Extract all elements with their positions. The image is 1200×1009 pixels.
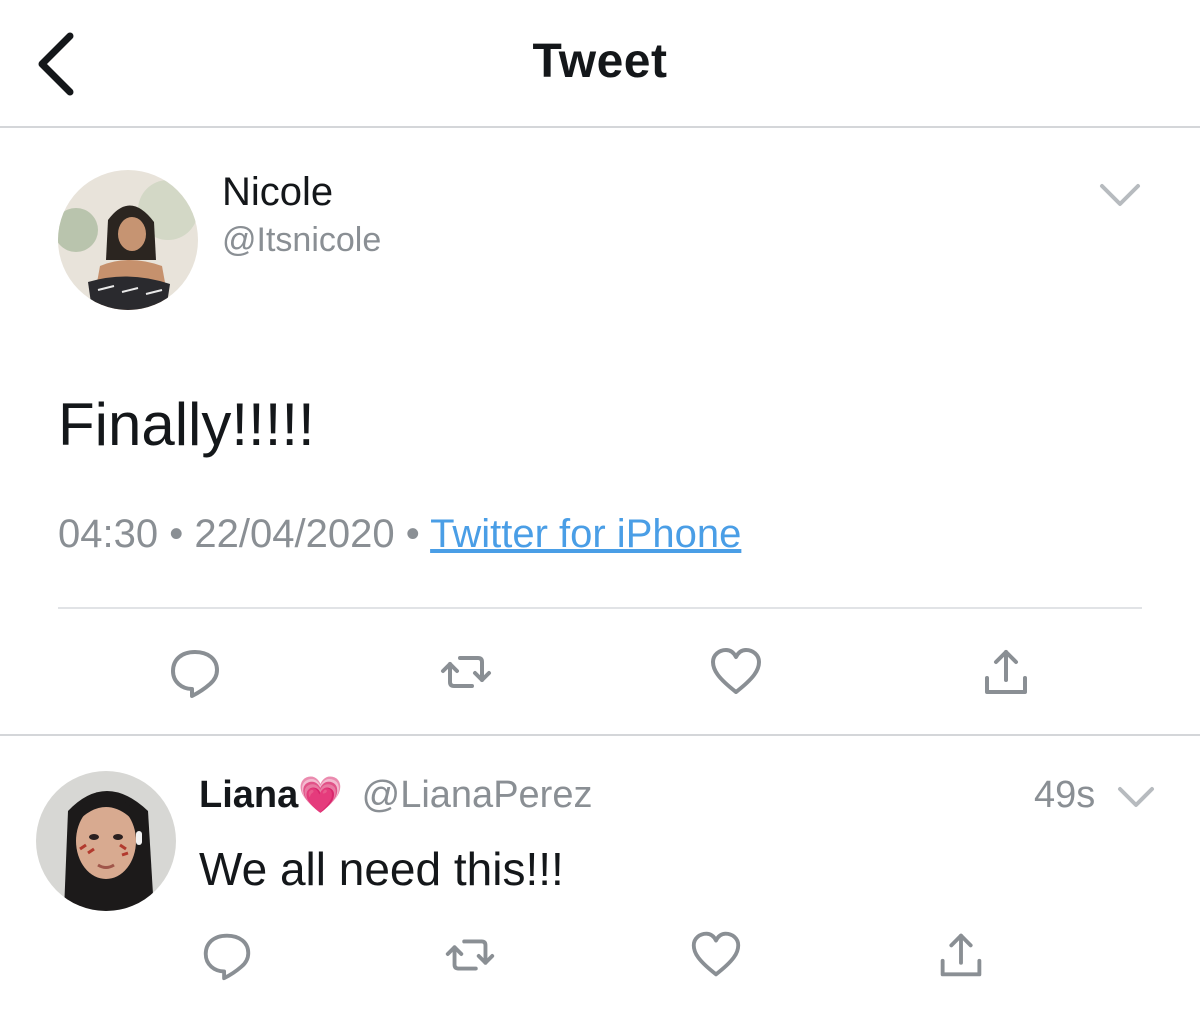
tweet-menu-button[interactable] xyxy=(1098,180,1142,210)
retweet-icon xyxy=(445,939,495,971)
meta-separator: • xyxy=(405,512,420,556)
reply-timestamp: 49s xyxy=(1034,774,1096,816)
author-handle[interactable]: @Itsnicole xyxy=(222,221,381,260)
heart-icon xyxy=(691,931,741,977)
reply-author-avatar[interactable] xyxy=(36,771,176,911)
tweet-text: Finally!!!!! xyxy=(58,391,315,458)
author-avatar[interactable] xyxy=(58,170,198,310)
share-button[interactable] xyxy=(976,642,1036,702)
reply-author-handle[interactable]: @LianaPerez xyxy=(362,774,593,816)
chevron-down-icon xyxy=(1100,184,1140,206)
chevron-down-icon xyxy=(1118,787,1154,807)
author-name[interactable]: Nicole xyxy=(222,170,333,215)
page-title: Tweet xyxy=(532,35,668,88)
reply-author-name[interactable]: Liana xyxy=(199,774,298,816)
heart-emoji: 💗 xyxy=(298,774,344,815)
tweet-meta: 04:30 • 22/04/2020 • Twitter for iPhone xyxy=(58,512,741,557)
reply-header: Liana💗 @LianaPerez xyxy=(199,774,592,817)
meta-separator: • xyxy=(169,512,184,556)
share-icon xyxy=(940,933,982,977)
retweet-button[interactable] xyxy=(436,642,496,702)
tweet-source-link[interactable]: Twitter for iPhone xyxy=(430,512,741,556)
retweet-icon xyxy=(441,656,491,688)
reply-menu-button[interactable] xyxy=(1116,784,1156,810)
reply-like-button[interactable] xyxy=(687,926,745,984)
reply-button[interactable] xyxy=(165,642,225,702)
share-icon xyxy=(985,650,1027,694)
tweet-date: 22/04/2020 xyxy=(194,512,395,556)
heart-icon xyxy=(711,648,761,694)
reply-text: We all need this!!! xyxy=(199,843,564,895)
reply-reply-button[interactable] xyxy=(198,926,256,984)
reply-retweet-button[interactable] xyxy=(441,926,499,984)
comment-icon xyxy=(203,933,251,981)
comment-icon xyxy=(171,650,219,698)
divider xyxy=(58,607,1142,609)
avatar-image xyxy=(58,170,198,310)
avatar-image xyxy=(36,771,176,911)
reply-share-button[interactable] xyxy=(932,926,990,984)
like-button[interactable] xyxy=(706,642,766,702)
tweet-time: 04:30 xyxy=(58,512,159,556)
section-divider xyxy=(0,734,1200,736)
